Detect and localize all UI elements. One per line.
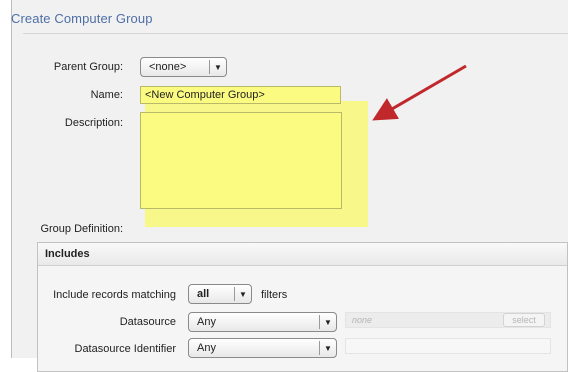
red-arrow-annotation <box>372 64 467 121</box>
